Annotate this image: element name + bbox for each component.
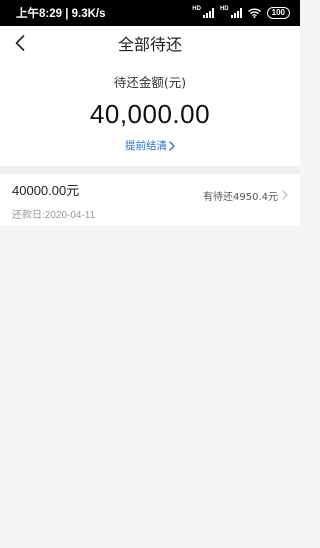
chevron-left-icon <box>15 35 25 51</box>
bill-amount: 40000.00元 <box>12 182 80 198</box>
bill-row[interactable]: 40000.00元 还款日:2020-04-11 有待还4950.4元 <box>0 174 300 226</box>
nav-bar: 全部待还 <box>0 26 300 60</box>
signal-icon-2 <box>230 8 242 18</box>
screen: 上午8:29 | 9.3K/s HD HD 100 全部待还 待还金额(元) 4… <box>0 0 300 548</box>
back-button[interactable] <box>10 33 30 53</box>
early-settle-link[interactable]: 提前结清 <box>125 138 175 153</box>
bill-info: 40000.00元 还款日:2020-04-11 <box>12 180 95 221</box>
hd-label-2: HD <box>219 6 229 12</box>
hd-label: HD <box>192 6 201 12</box>
chevron-right-icon <box>169 140 175 151</box>
early-settle-label: 提前结清 <box>125 140 167 152</box>
bill-due-date: 还款日:2020-04-11 <box>12 209 96 221</box>
pending-amount-label: 待还金额(元) <box>113 75 187 90</box>
bill-pending-amount: 有待还4950.4元 <box>203 191 278 203</box>
status-time-speed: 上午8:29 | 9.3K/s <box>16 8 106 20</box>
status-icons: HD HD 100 <box>192 6 290 19</box>
status-bar: 上午8:29 | 9.3K/s HD HD 100 <box>0 0 300 26</box>
wifi-icon <box>247 8 261 18</box>
battery-icon: 100 <box>266 7 290 19</box>
pending-amount-value: 40,000.00 <box>89 99 211 129</box>
status-left: 上午8:29 | 9.3K/s <box>16 5 106 21</box>
signal-icon <box>202 8 214 18</box>
bill-pending-info: 有待还4950.4元 <box>203 188 288 203</box>
section-divider <box>0 166 300 174</box>
chevron-right-icon <box>282 190 288 200</box>
page-title: 全部待还 <box>117 35 182 54</box>
summary-card: 待还金额(元) 40,000.00 提前结清 <box>0 60 300 166</box>
